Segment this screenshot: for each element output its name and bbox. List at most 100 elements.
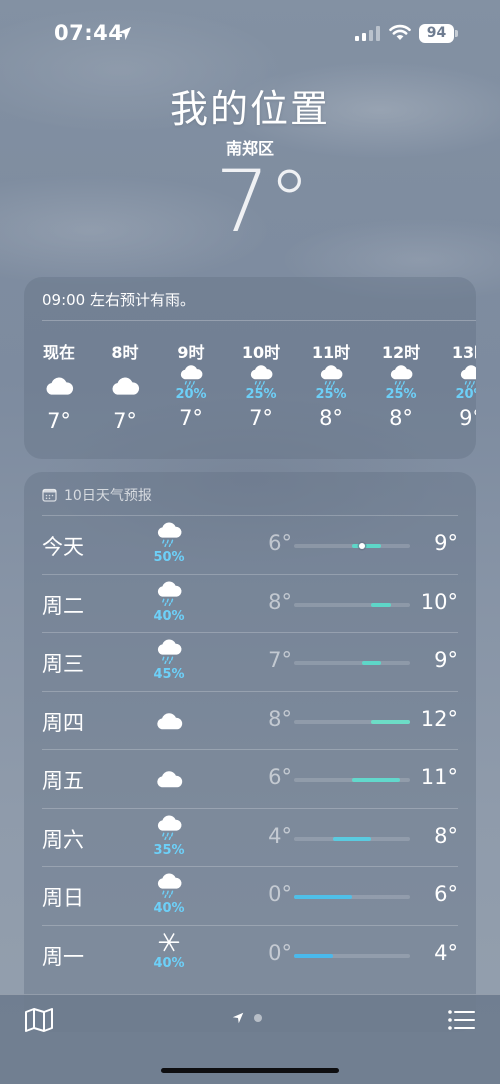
list-icon[interactable] [447, 1009, 475, 1031]
temperature-range-fill [294, 953, 333, 958]
day-high-temp: 10° [420, 589, 458, 614]
hour-label: 11时 [311, 343, 351, 362]
hour-precip: 20% [455, 387, 476, 402]
day-precip: 35% [153, 842, 185, 858]
current-temp-dot [358, 543, 365, 549]
day-low-temp: 6° [268, 765, 292, 789]
hour-label: 12时 [381, 343, 421, 362]
current-location-icon [232, 1012, 244, 1024]
day-precip: 40% [153, 901, 185, 917]
cloud-icon [24, 367, 94, 405]
day-low-temp: 4° [268, 823, 292, 848]
hourly-forecast-card[interactable]: 09:00 左右预计有雨。 现在 7° 8时 7° 9时 20% 7° 10时 25% 7° 11时… [24, 277, 476, 459]
map-icon[interactable] [24, 1007, 54, 1033]
day-low-temp: 8° [268, 706, 292, 731]
day-row[interactable]: 周三 45% 7° 9° [24, 632, 476, 691]
day-low-temp: 0° [268, 940, 292, 965]
hour-temp: 9° [459, 406, 476, 430]
daily-forecast-card[interactable]: 10日天气预报 今天 50% 6° 9° 周二 40% 8° 10° 周三 45% 7° 9° 周四 8°… [24, 472, 476, 1032]
day-precip: 40% [153, 955, 185, 971]
hour-item: 11时 25% 8° [296, 339, 366, 430]
hour-temp: 7° [179, 406, 203, 430]
day-low-temp: 8° [268, 589, 292, 614]
cloud-rain-icon: 45% [152, 638, 186, 682]
home-indicator[interactable] [161, 1068, 339, 1073]
temperature-range-fill [371, 719, 410, 724]
temperature-range-bar [294, 543, 410, 549]
divider [42, 320, 476, 321]
cellular-signal-icon [355, 26, 380, 41]
cloud-rain-icon: 50% [152, 521, 186, 565]
cloud-icon [152, 767, 186, 795]
temperature-range-bar [294, 602, 410, 607]
day-name: 周二 [42, 593, 84, 618]
cloud-icon [152, 709, 186, 737]
hour-precip: 20% [175, 387, 207, 402]
hour-label: 13时 [451, 343, 476, 362]
temperature-range-bar [294, 836, 410, 841]
temperature-range-bar [294, 953, 410, 958]
location-header: 我的位置 南郑区 7° [0, 78, 500, 245]
status-bar: 07:44 94 [0, 0, 500, 66]
status-time: 07:44 [54, 21, 124, 45]
cloud-rain-icon [226, 364, 296, 388]
day-row[interactable]: 周六 35% 4° 8° [24, 807, 476, 867]
cloud-icon [90, 367, 160, 405]
daily-list: 今天 50% 6° 9° 周二 40% 8° 10° 周三 45% 7° 9° 周四 8° 12° 周五 6° 1… [24, 515, 476, 983]
hour-precip: 25% [385, 387, 417, 402]
hour-item: 12时 25% 8° [366, 339, 436, 430]
hour-precip: 25% [245, 387, 277, 402]
wifi-icon [389, 24, 411, 40]
day-name: 周四 [42, 710, 84, 735]
hour-item: 现在 7° [24, 339, 94, 433]
hour-item: 9时 20% 7° [156, 339, 226, 430]
bottom-toolbar [0, 994, 500, 1084]
day-row[interactable]: 今天 50% 6° 9° [24, 515, 476, 574]
cloud-rain-icon: 35% [152, 814, 186, 858]
hourly-list[interactable]: 现在 7° 8时 7° 9时 20% 7° 10时 25% 7° 11时 25% 8° 12时 25% 8° 1… [24, 339, 476, 449]
location-arrow-icon [117, 26, 132, 41]
day-high-temp: 4° [434, 940, 458, 965]
hour-item: 13时 20% 9° [436, 339, 476, 430]
page-dot [254, 1014, 262, 1022]
hourly-summary: 09:00 左右预计有雨。 [42, 291, 195, 309]
day-high-temp: 12° [420, 706, 458, 731]
daily-forecast-header: 10日天气预报 [42, 485, 152, 505]
day-row[interactable]: 周一 40% 0° 4° [24, 924, 476, 984]
day-low-temp: 0° [268, 882, 292, 906]
hour-label: 8时 [111, 343, 139, 362]
day-name: 今天 [42, 535, 84, 559]
temperature-range-fill [371, 602, 391, 607]
hour-item: 8时 7° [90, 339, 160, 433]
page-indicator[interactable] [232, 1012, 262, 1024]
day-high-temp: 6° [434, 882, 458, 906]
cloud-rain-icon: 40% [152, 872, 186, 916]
current-temperature: 7° [215, 152, 311, 252]
day-name: 周五 [42, 769, 84, 793]
day-row[interactable]: 周日 40% 0° 6° [24, 866, 476, 925]
temperature-range-fill [361, 661, 381, 665]
snowflake-icon: 40% [152, 931, 186, 971]
battery-tip [455, 30, 458, 37]
hour-temp: 8° [389, 406, 413, 430]
day-row[interactable]: 周五 6° 11° [24, 749, 476, 808]
day-high-temp: 8° [434, 823, 458, 848]
day-name: 周三 [42, 652, 84, 676]
day-row[interactable]: 周四 8° 12° [24, 690, 476, 750]
hour-precip: 25% [315, 387, 347, 402]
hour-label: 9时 [177, 343, 205, 362]
hour-label: 10时 [241, 343, 281, 362]
temperature-range-fill [352, 778, 401, 782]
day-precip: 50% [153, 550, 185, 566]
hour-temp: 7° [47, 409, 71, 433]
temperature-range-fill [352, 544, 381, 548]
day-high-temp: 9° [434, 531, 458, 555]
cloud-rain-icon [366, 364, 436, 388]
temperature-range-bar [294, 661, 410, 665]
day-low-temp: 6° [268, 531, 292, 555]
day-high-temp: 11° [420, 765, 458, 789]
temperature-range-fill [332, 836, 372, 841]
day-row[interactable]: 周二 40% 8° 10° [24, 573, 476, 633]
day-name: 周日 [42, 886, 84, 910]
temperature-range-fill [294, 895, 352, 899]
